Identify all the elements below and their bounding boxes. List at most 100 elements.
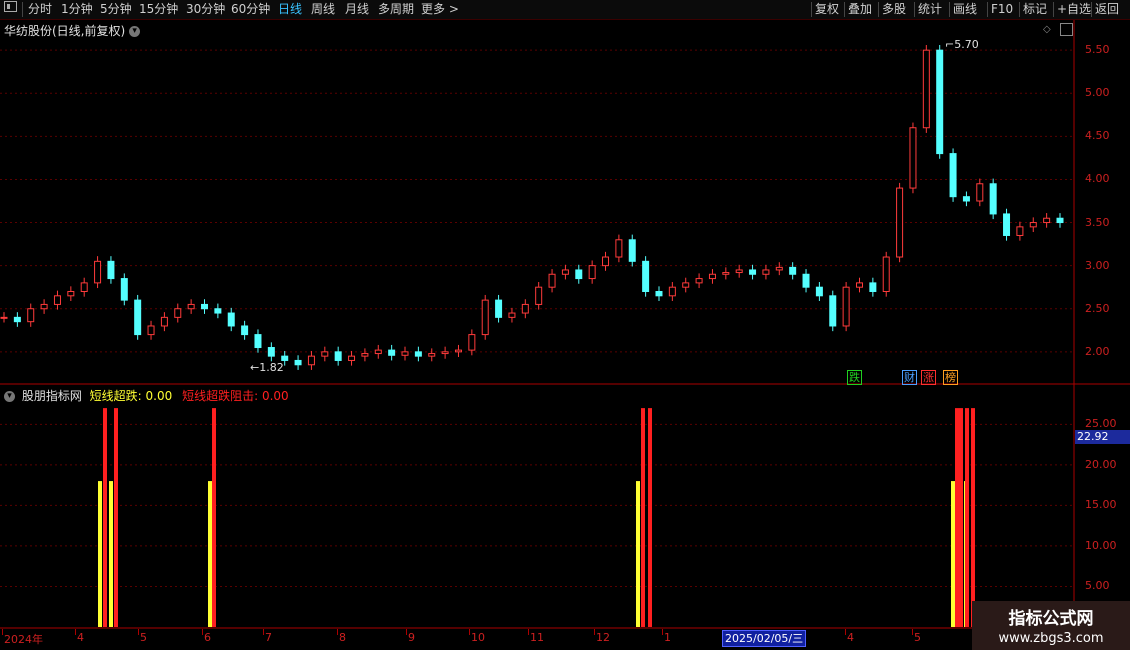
candle-body <box>241 325 249 336</box>
high-marker-value: 5.70 <box>954 38 979 51</box>
date-tick <box>469 629 470 635</box>
candle-body <box>13 316 21 323</box>
candle-body <box>775 266 783 271</box>
candle-body <box>307 355 315 366</box>
indicator-tick-label: 15.00 <box>1085 498 1117 512</box>
news-tag[interactable]: 财 <box>902 370 917 385</box>
candle-body <box>187 303 195 310</box>
candle-body <box>294 359 302 366</box>
candle-body <box>962 196 970 202</box>
candle-body <box>160 316 168 327</box>
low-marker: ←1.82 <box>250 361 284 374</box>
candle-body <box>615 239 623 258</box>
candle-body <box>749 269 757 275</box>
candle-body <box>201 303 209 310</box>
candle-body <box>869 282 877 292</box>
candle-body <box>561 269 569 275</box>
candle-body <box>0 316 8 319</box>
candle-body <box>428 353 436 357</box>
date-tick-label: 1 <box>664 631 671 644</box>
candle-body <box>909 127 917 189</box>
indicator-tick-label: 25.00 <box>1085 417 1117 431</box>
cursor-date: 2025/02/05/三 <box>722 630 807 647</box>
news-tag[interactable]: 涨 <box>921 370 936 385</box>
date-tick <box>2 629 3 635</box>
candle-body <box>1043 217 1051 224</box>
price-tick-label: 4.00 <box>1085 172 1110 186</box>
candle-body <box>27 308 35 323</box>
watermark: 指标公式网 www.zbgs3.com <box>972 601 1130 650</box>
price-tick-label: 3.00 <box>1085 258 1110 272</box>
candle-body <box>147 325 155 336</box>
indicator-bar <box>971 408 975 627</box>
high-marker: ⌐5.70 <box>945 38 979 51</box>
candle-body <box>267 347 275 357</box>
indicator-bar <box>114 408 118 627</box>
candle-body <box>655 291 663 297</box>
indicator-name: 股朋指标网 <box>21 389 82 403</box>
indicator-bar <box>208 481 212 627</box>
price-chart[interactable] <box>0 0 1130 650</box>
candle-body <box>468 334 476 351</box>
date-tick-label: 10 <box>471 631 485 644</box>
candle-body <box>842 286 850 327</box>
candle-body <box>281 355 289 361</box>
indicator-bar <box>965 408 969 627</box>
date-tick-label: 6 <box>204 631 211 644</box>
candle-body <box>628 239 636 262</box>
candle-body <box>1029 222 1037 228</box>
candle-body <box>789 266 797 275</box>
candle-body <box>722 272 730 275</box>
price-tick-label: 5.00 <box>1085 86 1110 100</box>
date-tick <box>662 629 663 635</box>
date-tick-label: 7 <box>265 631 272 644</box>
candle-body <box>214 308 222 314</box>
indicator-header: ▾ 股朋指标网 短线超跌: 0.00 短线超跌阻击: 0.00 <box>4 387 289 404</box>
candle-body <box>374 349 382 355</box>
date-tick-label: 8 <box>339 631 346 644</box>
indicator-bar <box>959 408 963 627</box>
candle-body <box>602 256 610 267</box>
watermark-url: www.zbgs3.com <box>998 631 1104 646</box>
watermark-title: 指标公式网 <box>1008 609 1094 629</box>
date-tick <box>138 629 139 635</box>
candle-body <box>401 351 409 356</box>
candle-body <box>441 351 449 355</box>
news-tag[interactable]: 榜 <box>943 370 958 385</box>
candle-body <box>762 269 770 275</box>
candle-body <box>1016 226 1024 236</box>
candle-body <box>80 282 88 292</box>
price-tick-label: 2.00 <box>1085 344 1110 358</box>
candle-body <box>989 183 997 215</box>
candle-body <box>508 312 516 318</box>
indicator-line1-label: 短线超跌: <box>89 389 142 403</box>
date-tick <box>594 629 595 635</box>
date-tick-label: 9 <box>408 631 415 644</box>
candle-body <box>802 273 810 288</box>
candle-body <box>94 260 102 284</box>
indicator-line1-value: 0.00 <box>145 389 173 403</box>
candle-body <box>361 353 369 357</box>
candle-body <box>1056 217 1064 224</box>
news-tag[interactable]: 跌 <box>847 370 862 385</box>
candle-body <box>334 351 342 361</box>
indicator-bar <box>212 408 216 627</box>
candle-body <box>936 49 944 155</box>
date-tick <box>337 629 338 635</box>
date-tick-label: 4 <box>77 631 84 644</box>
candle-body <box>227 312 235 327</box>
candle-body <box>855 282 863 288</box>
candle-body <box>388 349 396 356</box>
chevron-down-icon[interactable]: ▾ <box>4 391 15 402</box>
candle-body <box>642 260 650 293</box>
date-tick <box>845 629 846 635</box>
candle-body <box>668 286 676 297</box>
price-tick-label: 5.50 <box>1085 43 1110 57</box>
candle-body <box>40 303 48 310</box>
date-tick <box>528 629 529 635</box>
date-tick-label: 5 <box>140 631 147 644</box>
candle-body <box>896 187 904 258</box>
candle-body <box>976 183 984 202</box>
candle-body <box>949 153 957 198</box>
candle-body <box>682 282 690 288</box>
